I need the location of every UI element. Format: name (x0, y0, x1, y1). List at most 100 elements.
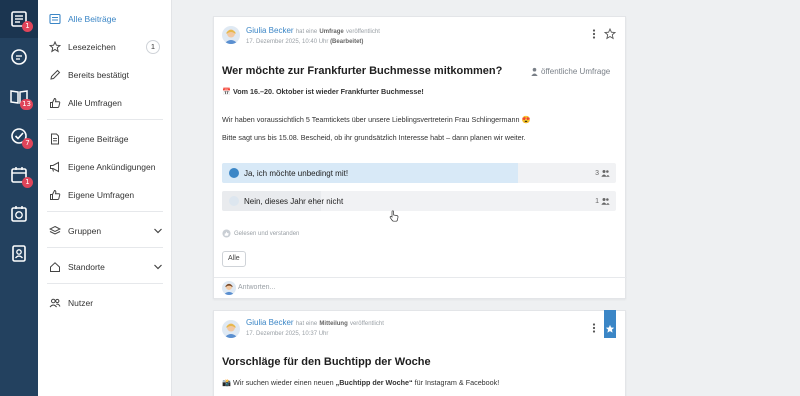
app-rail: 1 13 7 1 (0, 0, 38, 396)
poll-vote-count: 1 (595, 197, 610, 205)
star-icon (49, 41, 61, 53)
ack-label: Gelesen und verstanden (234, 230, 300, 237)
nav-label: Bereits bestätigt (68, 70, 129, 80)
rail-badge: 13 (20, 99, 33, 110)
hand-cursor-icon (389, 210, 399, 222)
post-card-announcement: Giulia Becker hat eine Mitteilung veröff… (213, 310, 626, 396)
rail-directory[interactable] (0, 234, 38, 272)
nav-divider (47, 283, 163, 284)
post-date: 17. Dezember 2025, 10:37 Uhr (246, 331, 329, 337)
nav-label: Alle Beiträge (68, 14, 117, 24)
users-icon (49, 297, 61, 309)
rail-badge: 1 (22, 177, 33, 188)
nav-bookmarks[interactable]: Lesezeichen 1 (38, 36, 172, 58)
nav-divider (47, 211, 163, 212)
audience-chip[interactable]: Alle (222, 251, 246, 267)
users-icon (601, 198, 610, 205)
post-card-survey: Giulia Becker hat eine Umfrage veröffent… (213, 16, 627, 299)
read-acknowledgement[interactable]: Gelesen und verstanden (222, 229, 299, 238)
avatar (222, 281, 236, 295)
chat-icon (11, 49, 27, 65)
megaphone-icon (49, 161, 61, 173)
text-segment-bold: „Buchtipp der Woche“ (335, 378, 413, 387)
reply-bar: Antworten... (214, 277, 627, 299)
home-icon (49, 261, 61, 273)
nav-users[interactable]: Nutzer (38, 292, 172, 314)
bookmark-flag[interactable] (604, 310, 616, 338)
survey-tag-label: öffentliche Umfrage (541, 67, 611, 76)
nav-divider (47, 119, 163, 120)
text-segment: 📸 Wir suchen wieder einen neuen (222, 378, 334, 387)
post-author-line: Giulia Becker hat eine Mitteilung veröff… (246, 318, 384, 327)
nav-label: Eigene Beiträge (68, 134, 129, 144)
post-date: 17. Dezember 2025, 10:40 Uhr (246, 39, 329, 45)
post-title: Vorschläge für den Buchtipp der Woche (222, 356, 431, 368)
newspaper-icon (49, 13, 61, 25)
meta-text: veröffentlicht (345, 29, 380, 35)
meta-text: hat eine (295, 29, 318, 35)
nav-all-posts[interactable]: Alle Beiträge (38, 8, 172, 30)
poll-vote-count: 3 (595, 169, 610, 177)
thumbs-up-icon (49, 189, 61, 201)
reply-input[interactable]: Antworten... (238, 284, 275, 291)
chevron-down-icon (154, 264, 162, 270)
nav-label: Standorte (68, 262, 105, 272)
poll-radio[interactable] (229, 196, 239, 206)
nav-label: Eigene Ankündigungen (68, 162, 156, 172)
calendar-clock-icon (11, 206, 27, 222)
rail-feed[interactable]: 1 (0, 0, 38, 38)
nav-label: Eigene Umfragen (68, 190, 135, 200)
star-icon (605, 324, 615, 333)
more-options-button[interactable] (588, 322, 600, 334)
nav-confirmed[interactable]: Bereits bestätigt (38, 64, 172, 86)
nav-own-surveys[interactable]: Eigene Umfragen (38, 184, 172, 206)
thumbs-up-icon (49, 97, 61, 109)
post-author-line: Giulia Becker hat eine Umfrage veröffent… (246, 26, 380, 35)
bookmarks-count-badge: 1 (146, 40, 160, 54)
rail-wiki[interactable]: 13 (0, 78, 38, 116)
users-icon (601, 170, 610, 177)
meta-text: hat eine (295, 321, 318, 327)
nav-label: Lesezeichen (68, 42, 116, 52)
edited-label: (Bearbeitet) (330, 39, 364, 45)
rail-timeclock[interactable] (0, 195, 38, 233)
nav-locations[interactable]: Standorte (38, 256, 172, 278)
post-date-line: 17. Dezember 2025, 10:40 Uhr (Bearbeitet… (246, 39, 363, 45)
nav-all-surveys[interactable]: Alle Umfragen (38, 92, 172, 114)
author-name[interactable]: Giulia Becker (246, 318, 294, 327)
avatar (222, 320, 240, 338)
poll-option[interactable]: Ja, ich möchte unbedingt mit! 3 (222, 163, 616, 183)
vote-count-value: 3 (595, 169, 599, 177)
nav-divider (47, 247, 163, 248)
rail-tasks[interactable]: 7 (0, 117, 38, 155)
document-icon (49, 133, 61, 145)
meta-text: veröffentlicht (349, 321, 384, 327)
nav-own-posts[interactable]: Eigene Beiträge (38, 128, 172, 150)
nav-label: Nutzer (68, 298, 94, 308)
rail-calendar[interactable]: 1 (0, 156, 38, 194)
poll-option-label: Nein, dieses Jahr eher nicht (244, 197, 344, 206)
meta-type: Umfrage (319, 29, 344, 35)
more-options-button[interactable] (588, 28, 600, 40)
vote-count-value: 1 (595, 197, 599, 205)
meta-type: Mitteilung (319, 321, 348, 327)
nav-own-announcements[interactable]: Eigene Ankündigungen (38, 156, 172, 178)
post-text-line: Wir haben voraussichtlich 5 Teamtickets … (222, 115, 531, 124)
thumbs-up-icon (222, 229, 231, 238)
nav-groups[interactable]: Gruppen (38, 220, 172, 242)
rail-chat[interactable] (0, 38, 38, 76)
author-name[interactable]: Giulia Becker (246, 26, 294, 35)
poll-option[interactable]: Nein, dieses Jahr eher nicht 1 (222, 191, 616, 211)
avatar (222, 26, 240, 44)
text-segment: für Instagram & Facebook! (414, 378, 500, 387)
rail-badge: 7 (22, 138, 33, 149)
star-icon (604, 28, 616, 40)
feed-navigation: Alle Beiträge Lesezeichen 1 Bereits best… (38, 0, 172, 396)
more-vertical-icon (592, 29, 596, 39)
bookmark-star-button[interactable] (604, 28, 616, 40)
pencil-icon (49, 69, 61, 81)
chevron-down-icon (154, 228, 162, 234)
rail-badge: 1 (22, 21, 33, 32)
layers-icon (49, 225, 61, 237)
poll-radio[interactable] (229, 168, 239, 178)
